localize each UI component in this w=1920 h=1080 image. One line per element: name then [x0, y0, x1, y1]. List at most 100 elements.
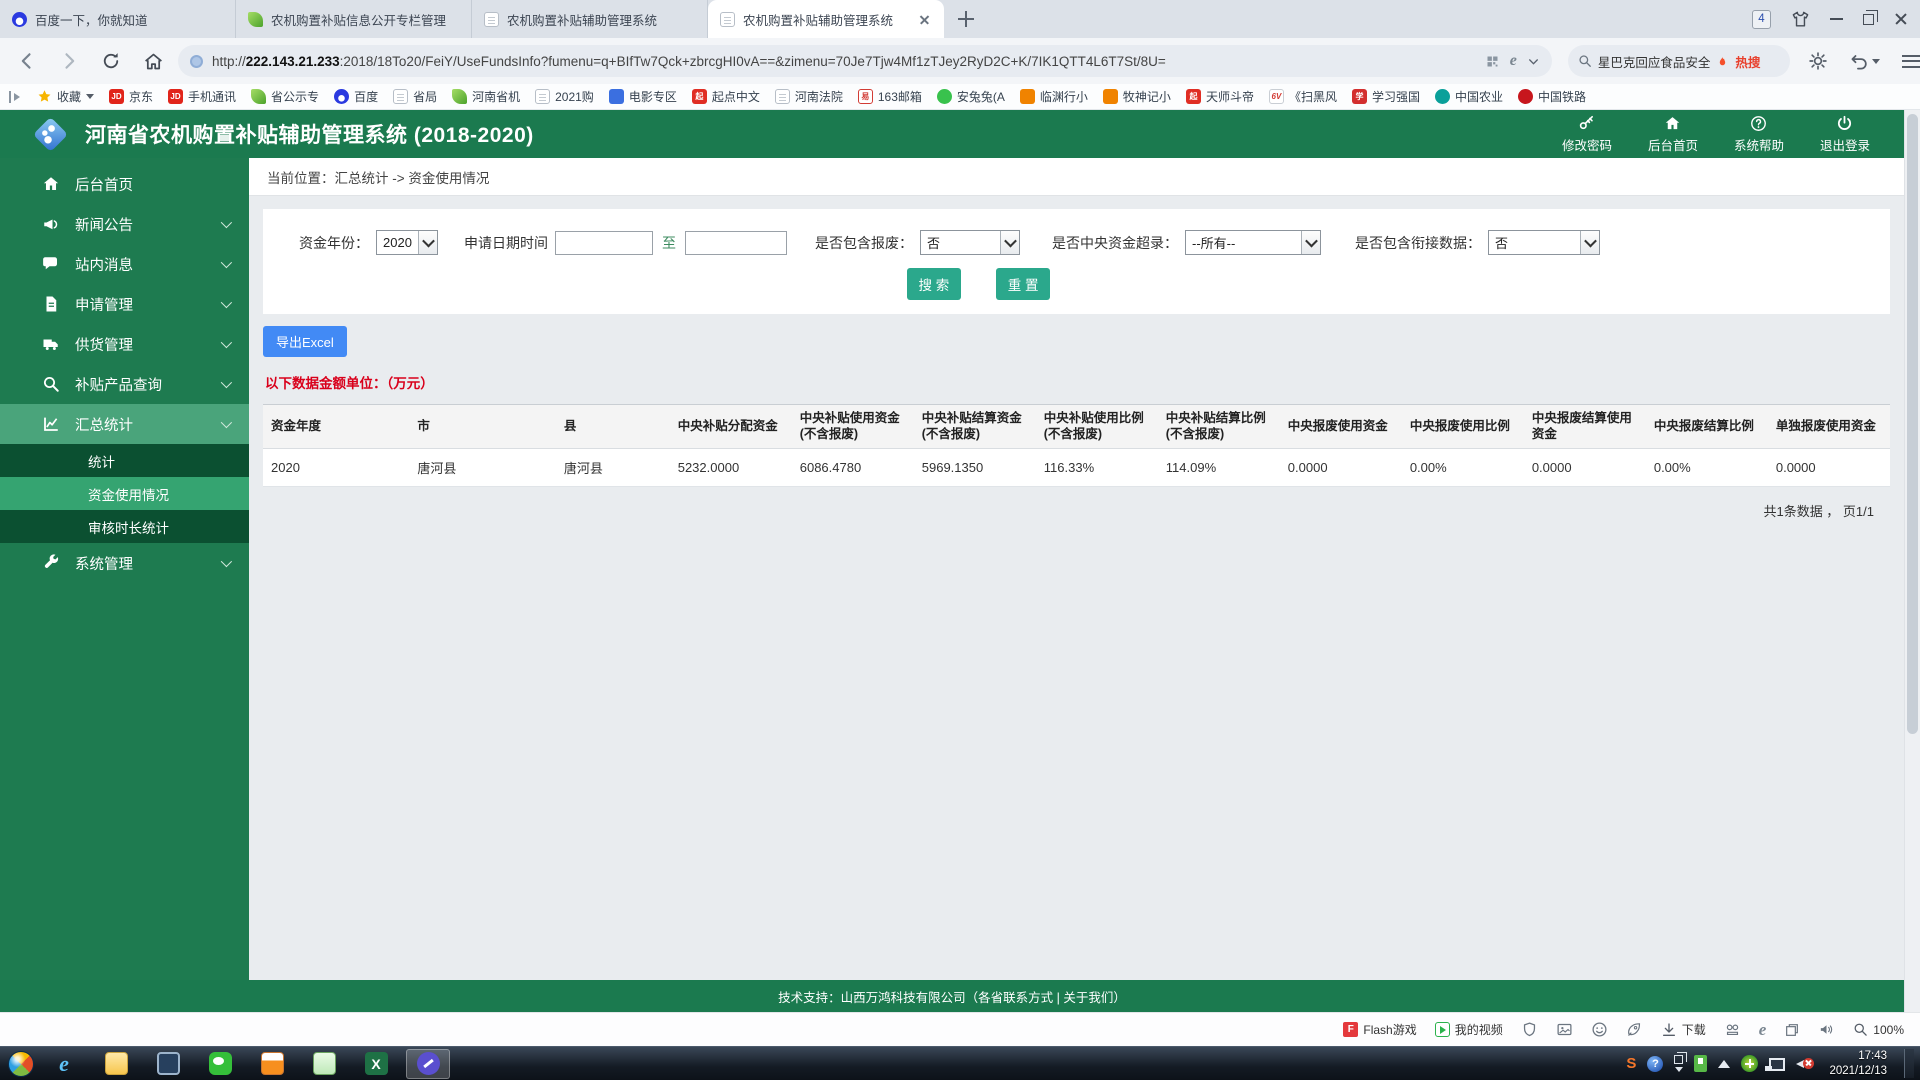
mood-icon[interactable] [1591, 1021, 1608, 1038]
sidebar-item-system[interactable]: 系统管理 [0, 543, 249, 583]
bookmark-item[interactable]: 中国铁路 [1518, 88, 1586, 105]
logout-button[interactable]: 退出登录 [1820, 115, 1870, 154]
taskbar-remote-button[interactable] [146, 1049, 190, 1079]
usb-tray-icon[interactable] [1694, 1055, 1708, 1072]
menu-icon[interactable] [1902, 54, 1920, 68]
scrap-select[interactable]: 否 [920, 230, 1020, 255]
backend-home-button[interactable]: 后台首页 [1648, 115, 1698, 154]
minimize-button[interactable] [1830, 18, 1843, 20]
hot-search-label[interactable]: 热搜 [1735, 52, 1760, 71]
restore-button[interactable] [1863, 9, 1878, 25]
extensions-icon[interactable] [1724, 1021, 1741, 1038]
site-info-icon[interactable] [190, 54, 203, 68]
ie-mode-icon[interactable]: e [1759, 1020, 1767, 1040]
home-button[interactable] [136, 44, 170, 78]
window-split-icon[interactable] [1784, 1022, 1800, 1038]
start-button[interactable] [8, 1050, 34, 1077]
bookmark-item[interactable]: 河南法院 [774, 88, 843, 105]
date-from-input[interactable] [555, 230, 653, 255]
bookmark-item[interactable]: 省局 [393, 88, 437, 105]
skin-shirt-icon[interactable] [1791, 10, 1810, 29]
hot-search-text[interactable]: 星巴克回应食品安全 [1598, 52, 1711, 71]
sidebar-item-product-query[interactable]: 补贴产品查询 [0, 364, 249, 404]
reset-button[interactable]: 重 置 [995, 268, 1051, 300]
search-button[interactable]: 搜 索 [906, 268, 962, 300]
taskbar-excel-button[interactable]: X [354, 1049, 398, 1079]
bookmark-item[interactable]: 6V 《扫黑风 [1268, 88, 1337, 105]
boost-rocket-icon[interactable] [1626, 1021, 1643, 1038]
bookmark-item[interactable]: 河南省机 [452, 88, 520, 105]
address-bar[interactable]: http://222.143.21.233:2018/18To20/FeiY/U… [178, 45, 1552, 77]
table-row[interactable]: 2020 唐河县 唐河县 5232.0000 6086.4780 5969.13… [263, 448, 1890, 487]
bookmark-item[interactable]: 2021购 [535, 88, 594, 105]
close-button[interactable] [1894, 12, 1908, 26]
taskbar-clock[interactable]: 17:43 2021/12/13 [1829, 1049, 1887, 1078]
url-text[interactable]: http://222.143.21.233:2018/18To20/FeiY/U… [212, 54, 1166, 69]
sogou-tray-icon[interactable]: S [1626, 1055, 1636, 1072]
back-button[interactable] [10, 44, 44, 78]
browser-tab-1[interactable]: 百度一下，你就知道 [0, 0, 236, 38]
bookmark-item[interactable]: 起天师斗帝 [1185, 88, 1254, 105]
help-tray-icon[interactable]: ? [1647, 1055, 1664, 1072]
bookmark-item[interactable]: 临渊行小 [1019, 88, 1088, 105]
taskbar-calendar-button[interactable] [250, 1049, 294, 1079]
favorites-button[interactable]: 收藏 [37, 88, 95, 105]
browser-tab-4-active[interactable]: 农机购置补贴辅助管理系统 [708, 0, 944, 38]
change-password-button[interactable]: 修改密码 [1562, 115, 1612, 154]
taskbar-explorer-button[interactable] [94, 1049, 138, 1079]
scrollbar-thumb[interactable] [1907, 114, 1918, 734]
sidebar-subitem-funds-usage[interactable]: 资金使用情况 [0, 477, 249, 510]
forward-button[interactable] [52, 44, 86, 78]
sidebar-subitem-statistics[interactable]: 统计 [0, 444, 249, 477]
show-desktop-button[interactable] [1904, 1049, 1914, 1078]
bookmark-item[interactable]: 中国农业 [1434, 88, 1503, 105]
show-hidden-icons-arrow[interactable] [1718, 1059, 1731, 1068]
chevron-down-icon[interactable] [1527, 55, 1540, 68]
eye-protect-icon[interactable] [1808, 51, 1828, 71]
download-button[interactable]: 下载 [1661, 1021, 1706, 1038]
link-select[interactable]: 否 [1488, 230, 1600, 255]
shield-icon[interactable] [1521, 1021, 1538, 1038]
screenshot-icon[interactable] [1556, 1021, 1573, 1038]
network-tray-icon[interactable] [1765, 1058, 1786, 1071]
browser-tab-2[interactable]: 农机购置补贴信息公开专栏管理 [236, 0, 472, 38]
bookmark-item[interactable]: 易 163邮箱 [857, 88, 922, 105]
page-scrollbar[interactable] [1904, 110, 1920, 1012]
undo-recent-icon[interactable] [1850, 52, 1880, 71]
bookmark-item[interactable]: 起起点中文 [691, 88, 760, 105]
bookmarks-expand-icon[interactable] [8, 90, 22, 104]
central-select[interactable]: --所有-- [1185, 230, 1321, 255]
taskbar-notes-button[interactable] [302, 1049, 346, 1079]
export-excel-button[interactable]: 导出Excel [263, 326, 347, 357]
sidebar-item-news[interactable]: 新闻公告 [0, 204, 249, 244]
taskbar-wechat-button[interactable] [198, 1049, 242, 1079]
bookmark-item[interactable]: 牧神记小 [1102, 88, 1171, 105]
flash-games-button[interactable]: F Flash游戏 [1343, 1021, 1417, 1038]
antivirus-tray-icon[interactable] [1741, 1055, 1759, 1072]
browser-tab-3[interactable]: 农机购置补贴辅助管理系统 [472, 0, 708, 38]
bookmark-item[interactable]: 电影专区 [608, 88, 677, 105]
year-select[interactable]: 2020 [376, 230, 438, 255]
tab-count-badge[interactable]: 4 [1752, 9, 1771, 29]
new-tab-button[interactable] [954, 7, 978, 31]
bookmark-item[interactable]: JD 京东 [109, 88, 153, 105]
system-help-button[interactable]: 系统帮助 [1734, 115, 1784, 154]
tab-close-icon[interactable] [917, 12, 932, 27]
sidebar-item-supply[interactable]: 供货管理 [0, 324, 249, 364]
bookmark-item[interactable]: 学学习强国 [1351, 88, 1420, 105]
sidebar-subitem-review-duration[interactable]: 审核时长统计 [0, 510, 249, 543]
sidebar-item-backend-home[interactable]: 后台首页 [0, 164, 249, 204]
qr-code-icon[interactable] [1485, 54, 1500, 69]
volume-muted-icon[interactable] [1796, 1056, 1815, 1072]
bookmark-item[interactable]: 省公示专 [251, 88, 319, 105]
taskbar-ie-button[interactable]: e [42, 1049, 86, 1079]
sidebar-item-summary-stats[interactable]: 汇总统计 [0, 404, 249, 444]
date-to-input[interactable] [685, 230, 787, 255]
bookmark-item[interactable]: JD 手机通讯 [168, 88, 236, 105]
refresh-button[interactable] [94, 44, 128, 78]
speaker-icon[interactable] [1818, 1021, 1835, 1038]
bookmark-item[interactable]: 安兔兔(A [936, 88, 1005, 105]
ie-compat-icon[interactable]: e [1510, 52, 1517, 70]
zoom-control[interactable]: 100% [1853, 1022, 1904, 1037]
taskbar-browser-button-active[interactable] [406, 1048, 450, 1079]
